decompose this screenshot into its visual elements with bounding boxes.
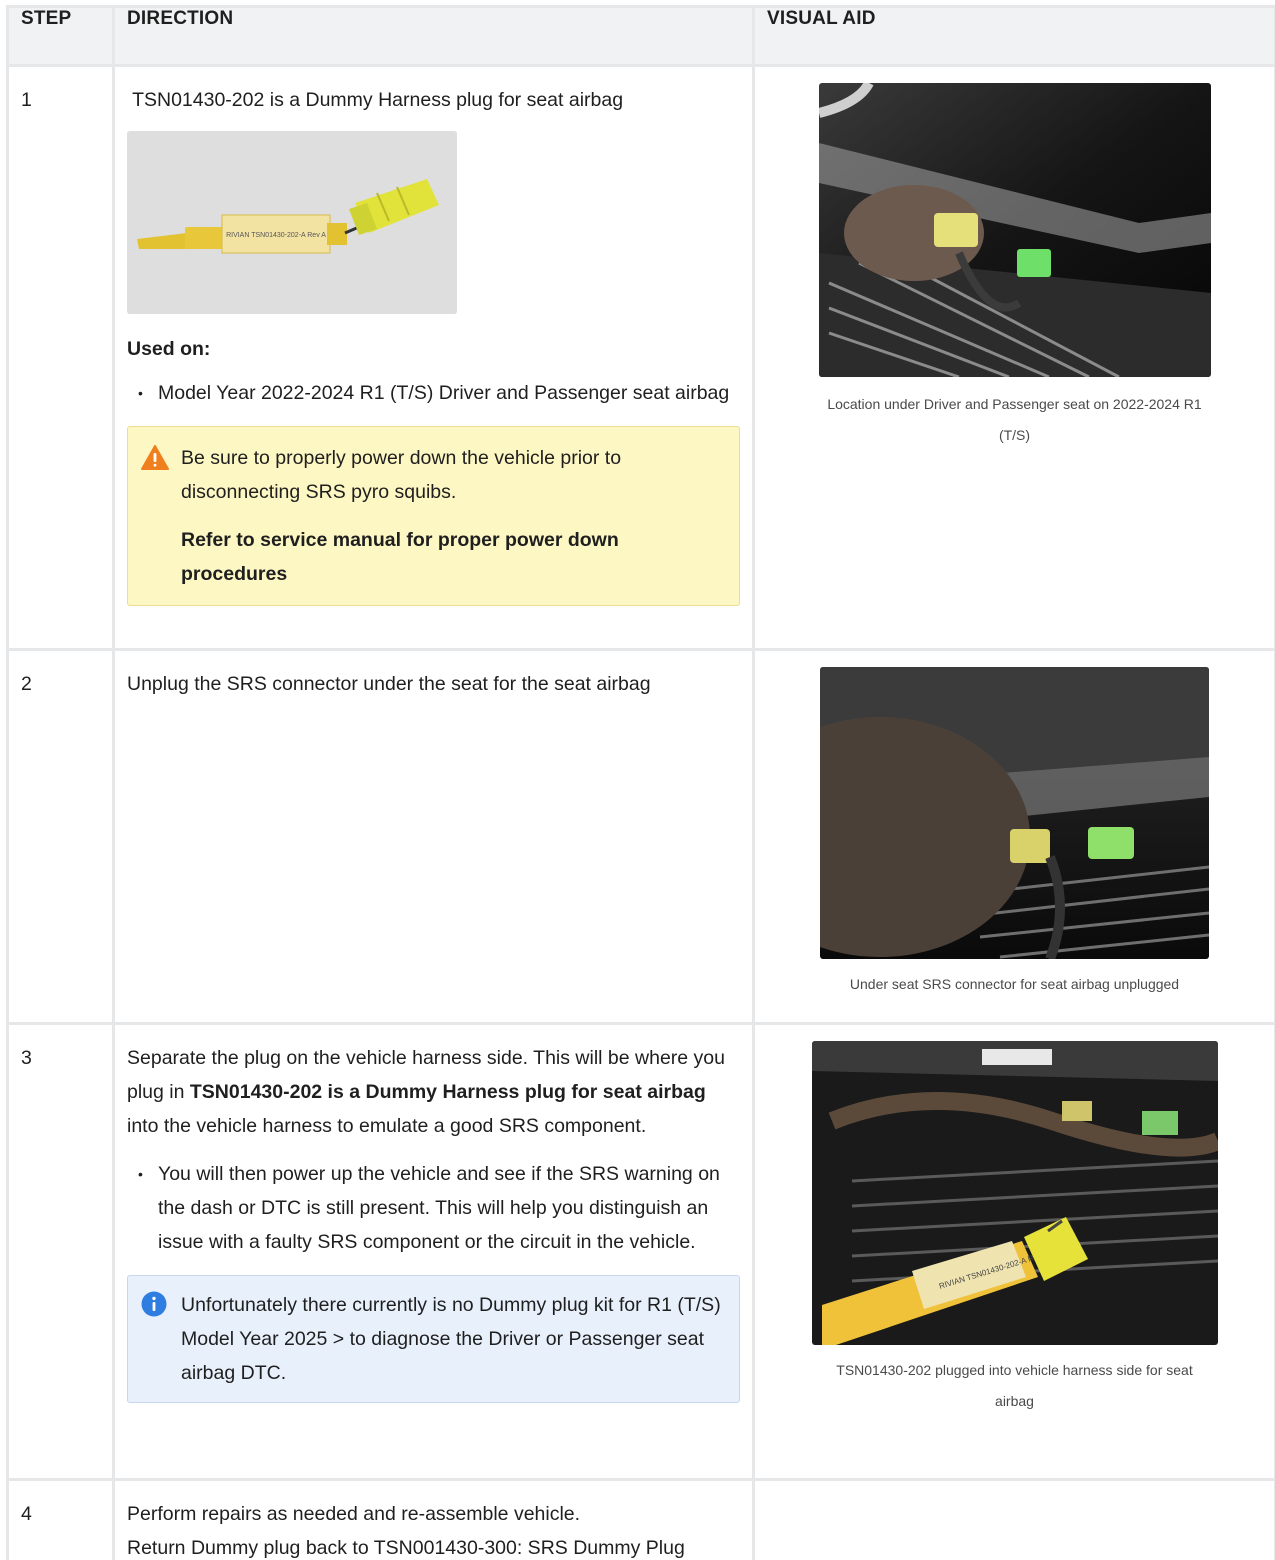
visual-aid-caption: TSN01430-202 plugged into vehicle harnes… xyxy=(836,1362,1193,1409)
used-on-label: Used on: xyxy=(127,338,211,360)
direction-text-bold: TSN01430-202 is a Dummy Harness plug for… xyxy=(189,1081,706,1103)
direction-text-post: into the vehicle harness to emulate a go… xyxy=(127,1115,647,1137)
step-number: 2 xyxy=(6,648,115,1025)
warning-triangle-icon xyxy=(141,445,169,482)
direction-cell: Perform repairs as needed and re-assembl… xyxy=(112,1478,755,1560)
direction-text: Unplug the SRS connector under the seat … xyxy=(127,673,651,695)
dummy-plug-photo: RIVIAN TSN01430-202-A Rev A xyxy=(127,131,457,314)
visual-aid-cell xyxy=(752,1478,1275,1560)
list-item: Model Year 2022-2024 R1 (T/S) Driver and… xyxy=(138,376,740,410)
step-number: 4 xyxy=(6,1478,115,1560)
info-callout: Unfortunately there currently is no Dumm… xyxy=(127,1275,740,1403)
seat-location-photo xyxy=(818,83,1211,377)
visual-aid-cell: Location under Driver and Passenger seat… xyxy=(752,64,1275,651)
connector-unplugged-photo xyxy=(820,667,1209,959)
warning-callout: Be sure to properly power down the vehic… xyxy=(127,426,740,606)
direction-line-1: Perform repairs as needed and re-assembl… xyxy=(127,1503,581,1525)
table-row: 2 Unplug the SRS connector under the sea… xyxy=(6,648,1275,1025)
visual-aid-caption: Location under Driver and Passenger seat… xyxy=(827,396,1202,443)
header-direction: DIRECTION xyxy=(112,5,755,67)
list-item: You will then power up the vehicle and s… xyxy=(138,1157,740,1259)
header-step: STEP xyxy=(6,5,115,67)
warning-bold-text: Refer to service manual for proper power… xyxy=(181,523,723,591)
warning-text: Be sure to properly power down the vehic… xyxy=(181,447,622,503)
used-on-list: Model Year 2022-2024 R1 (T/S) Driver and… xyxy=(127,376,740,410)
direction-cell: Separate the plug on the vehicle harness… xyxy=(112,1022,755,1481)
visual-aid-cell: RIVIAN TSN01430-202-A Rev A TSN01430-202… xyxy=(752,1022,1275,1481)
step-number: 3 xyxy=(6,1022,115,1481)
visual-aid-cell: Under seat SRS connector for seat airbag… xyxy=(752,648,1275,1025)
info-circle-icon xyxy=(141,1291,167,1328)
steps-table: STEP DIRECTION VISUAL AID 1 TSN01430-202… xyxy=(6,5,1275,1560)
dummy-plug-illustration: RIVIAN TSN01430-202-A Rev A xyxy=(127,131,457,314)
header-visual-aid: VISUAL AID xyxy=(752,5,1275,67)
bullet-list: You will then power up the vehicle and s… xyxy=(127,1157,740,1259)
table-row: 3 Separate the plug on the vehicle harne… xyxy=(6,1022,1275,1481)
direction-cell: TSN01430-202 is a Dummy Harness plug for… xyxy=(112,64,755,651)
plugged-harness-photo: RIVIAN TSN01430-202-A Rev A xyxy=(811,1041,1218,1345)
table-row: 4 Perform repairs as needed and re-assem… xyxy=(6,1478,1275,1560)
visual-aid-caption: Under seat SRS connector for seat airbag… xyxy=(849,976,1180,992)
warning-bold: Refer to service manual for proper power… xyxy=(181,529,619,585)
direction-title: TSN01430-202 is a Dummy Harness plug for… xyxy=(127,89,624,111)
info-text: Unfortunately there currently is no Dumm… xyxy=(181,1294,721,1384)
page: STEP DIRECTION VISUAL AID 1 TSN01430-202… xyxy=(0,0,1275,1560)
table-row: 1 TSN01430-202 is a Dummy Harness plug f… xyxy=(6,64,1275,651)
direction-cell: Unplug the SRS connector under the seat … xyxy=(112,648,755,1025)
direction-line-2: Return Dummy plug back to TSN001430-300:… xyxy=(127,1537,685,1559)
table-header-row: STEP DIRECTION VISUAL AID xyxy=(6,5,1275,67)
step-number: 1 xyxy=(6,64,115,651)
dummy-plug-label: RIVIAN TSN01430-202-A Rev A xyxy=(226,232,326,239)
direction-text: Separate the plug on the vehicle harness… xyxy=(127,1041,740,1143)
